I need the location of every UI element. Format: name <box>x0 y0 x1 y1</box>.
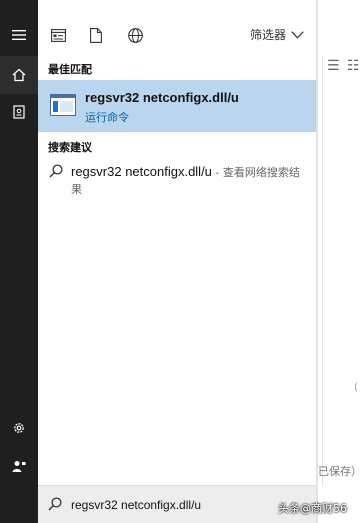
search-panel: 筛选器 最佳匹配 regsvr32 netconfigx.dll/u 运行命令 … <box>38 0 316 523</box>
documents-filter-button[interactable] <box>85 24 107 46</box>
home-button[interactable] <box>0 56 38 94</box>
search-icon <box>49 164 63 178</box>
best-match-result[interactable]: regsvr32 netconfigx.dll/u 运行命令 <box>38 80 316 132</box>
menu-button[interactable] <box>0 16 38 54</box>
notebook-button[interactable] <box>0 93 38 131</box>
hamburger-icon <box>12 30 26 40</box>
suggestion-query: regsvr32 netconfigx.dll/u <box>71 164 212 179</box>
background-divider <box>322 56 323 486</box>
filter-label: 筛选器 <box>249 28 286 42</box>
watermark-text: 头条@商财56 <box>278 502 347 515</box>
best-match-title: regsvr32 netconfigx.dll/u <box>85 90 239 105</box>
home-icon <box>12 68 26 82</box>
background-table-icon: ☷ <box>347 58 360 74</box>
run-command-icon <box>50 94 76 116</box>
gear-icon <box>14 423 24 433</box>
taskbar-search-box[interactable] <box>38 485 316 523</box>
web-filter-button[interactable] <box>124 24 146 46</box>
web-suggestion-item[interactable]: regsvr32 netconfigx.dll/u - 查看网络搜索结果 <box>38 160 316 200</box>
search-input[interactable] <box>71 495 301 515</box>
suggestion-text: regsvr32 netconfigx.dll/u - 查看网络搜索结果 <box>71 163 309 198</box>
user-feedback-icon <box>12 461 26 472</box>
background-bracket: ( <box>354 382 358 393</box>
best-match-heading: 最佳匹配 <box>48 63 92 76</box>
document-icon <box>90 27 102 43</box>
apps-filter-button[interactable] <box>47 24 69 46</box>
best-match-subtitle: 运行命令 <box>85 111 129 124</box>
filter-toolbar: 筛选器 <box>38 12 316 58</box>
settings-button[interactable] <box>0 409 38 447</box>
notebook-icon <box>13 105 25 119</box>
background-list-icon: ☰ <box>327 58 340 74</box>
suggestions-heading: 搜索建议 <box>48 141 92 154</box>
chevron-down-icon <box>291 30 304 39</box>
filter-dropdown[interactable]: 筛选器 <box>250 26 304 43</box>
background-window <box>318 0 360 523</box>
start-rail <box>0 0 38 523</box>
globe-icon <box>127 27 143 43</box>
search-box-icon <box>48 497 62 511</box>
app-window-icon <box>50 28 66 42</box>
feedback-button[interactable] <box>0 447 38 485</box>
background-status-text: 已保存） <box>318 465 360 478</box>
